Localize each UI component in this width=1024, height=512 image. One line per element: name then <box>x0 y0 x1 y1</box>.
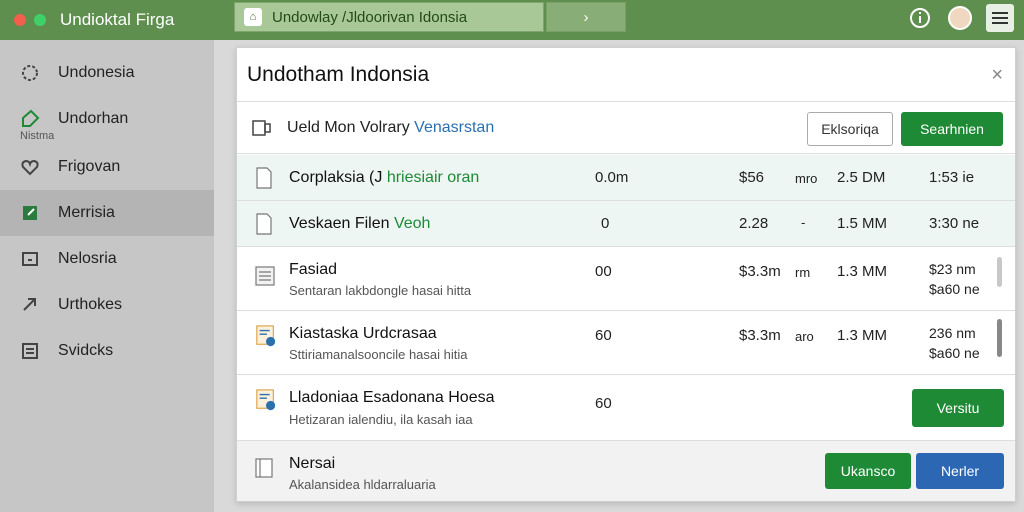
document-icon <box>256 213 272 235</box>
titlebar-actions <box>906 4 1014 32</box>
row-name: Corplaksia (J hriesiair oran <box>289 169 480 186</box>
forward-button[interactable]: › <box>546 2 626 32</box>
row-col1: 60 <box>595 327 612 344</box>
row-name: Veskaen Filen Veoh <box>289 215 431 232</box>
close-icon[interactable]: × <box>991 64 1003 87</box>
row-col1: 0 <box>601 215 610 232</box>
table-row[interactable]: Veskaen Filen Veoh 0 2.28 - 1.5 MM 3:30 … <box>237 201 1015 247</box>
sidebar-item-label: Nelosria <box>58 250 117 267</box>
sidebar-item-label: Merrisia <box>58 204 115 221</box>
toolbar-label-link[interactable]: Venasrstan <box>414 119 494 137</box>
document-icon <box>256 167 272 189</box>
row-col5-sub: $a60 ne <box>929 345 980 361</box>
close-window-button[interactable] <box>14 14 26 26</box>
table-row[interactable]: Lladoniaa Esadonana Hoesa Hetizaran iale… <box>237 375 1015 441</box>
row-col4: 1.3 MM <box>837 327 888 344</box>
row-col5: 236 nm <box>929 325 976 341</box>
row-action-button[interactable]: Versitu <box>912 389 1004 427</box>
table-row[interactable]: Nersai Akalansidea hldarraluaria Ukansco… <box>237 441 1015 501</box>
sidebar-item-nelosria[interactable]: Nelosria <box>0 236 214 282</box>
dialog-toolbar: Ueld Mon Volrary Venasrstan Eklsoriqa Se… <box>237 102 1015 154</box>
green-primary-button[interactable]: Searhnien <box>901 112 1003 146</box>
sidebar-item-urthokes[interactable]: Urthokes <box>0 282 214 328</box>
sidebar-item-label: Frigovan <box>58 158 121 175</box>
window-controls <box>14 14 46 26</box>
dialog: Undotham Indonsia × Ueld Mon Volrary Ven… <box>236 47 1016 502</box>
outline-button[interactable]: Eklsoriqa <box>807 112 893 146</box>
row-col1: 00 <box>595 263 612 280</box>
row-col2: $3.3m <box>739 327 781 344</box>
avatar[interactable] <box>948 6 972 30</box>
image-document-icon <box>256 325 276 347</box>
sidebar-item-frigovan[interactable]: Frigovan <box>0 144 214 190</box>
row-col5: 3:30 ne <box>929 215 980 232</box>
menu-icon[interactable] <box>986 4 1014 32</box>
row-col3: aro <box>795 329 814 344</box>
row-subtitle: Sttiriamanalsooncile hasai hitia <box>289 347 468 362</box>
link-icon <box>20 295 40 315</box>
row-blue-button[interactable]: Nerler <box>916 453 1004 489</box>
address-bar[interactable]: ⌂ Undowlay /Jldoorivan Idonsia <box>234 2 544 32</box>
document-icon <box>255 458 273 478</box>
row-col5: 1:53 ie <box>929 169 975 186</box>
info-icon[interactable] <box>906 4 934 32</box>
lock-icon: ⌂ <box>244 8 262 26</box>
sidebar-item-label: Svidcks <box>58 342 114 359</box>
gear-icon <box>20 63 40 83</box>
row-col5: $23 nm <box>929 261 976 277</box>
sidebar: Undonesia Undorhan Nistma Frigovan Merri… <box>0 40 214 512</box>
window-icon <box>20 249 40 269</box>
row-name: Lladoniaa Esadonana Hoesa <box>289 389 495 406</box>
row-col2: $3.3m <box>739 263 781 280</box>
row-col1: 0.0m <box>595 169 629 186</box>
row-col4: 1.5 MM <box>837 215 888 232</box>
row-col3: - <box>801 215 806 230</box>
heart-icon <box>20 157 40 177</box>
row-col3: rm <box>795 265 811 280</box>
row-green-button[interactable]: Ukansco <box>825 453 911 489</box>
maximize-window-button[interactable] <box>34 14 46 26</box>
image-document-icon <box>256 389 276 411</box>
row-col3: mro <box>795 171 818 186</box>
row-col2: 2.28 <box>739 215 769 232</box>
row-subtitle: Akalansidea hldarraluaria <box>289 477 436 492</box>
sidebar-item-merrisia[interactable]: Merrisia <box>0 190 214 236</box>
row-col2: $56 <box>739 169 765 186</box>
sidebar-item-label: Undorhan <box>58 110 129 127</box>
table-row[interactable]: Fasiad Sentaran lakbdongle hasai hitta 0… <box>237 247 1015 311</box>
list-icon <box>20 341 40 361</box>
row-col5-sub: $a60 ne <box>929 281 980 297</box>
row-col4: 1.3 MM <box>837 263 888 280</box>
row-col4: 2.5 DM <box>837 169 886 186</box>
table-row[interactable]: Corplaksia (J hriesiair oran 0.0m $56 mr… <box>237 155 1015 201</box>
scrollbar-thumb[interactable] <box>997 319 1002 357</box>
tag-icon <box>20 109 40 129</box>
sidebar-item-label: Urthokes <box>58 296 123 313</box>
row-name: Fasiad <box>289 261 338 278</box>
row-name: Nersai <box>289 455 336 472</box>
table-row[interactable]: Kiastaska Urdcrasaa Sttiriamanalsooncile… <box>237 311 1015 375</box>
edit-icon <box>20 203 40 223</box>
address-text: Undowlay /Jldoorivan Idonsia <box>272 8 468 26</box>
sidebar-item-undonesia[interactable]: Undonesia <box>0 50 214 96</box>
row-subtitle: Sentaran lakbdongle hasai hitta <box>289 283 472 298</box>
file-icon <box>251 118 273 138</box>
row-name: Kiastaska Urdcrasaa <box>289 325 437 342</box>
app-title: Undioktal Firga <box>60 10 175 29</box>
toolbar-label: Ueld Mon Volrary <box>287 118 410 136</box>
row-subtitle: Hetizaran ialendiu, ila kasah iaa <box>289 412 473 427</box>
sidebar-item-label: Undonesia <box>58 64 135 81</box>
sidebar-item-sublabel: Nistma <box>20 130 55 142</box>
scrollbar-track[interactable] <box>997 257 1002 287</box>
spreadsheet-icon <box>255 266 275 286</box>
sidebar-item-svidcks[interactable]: Svidcks <box>0 328 214 374</box>
dialog-title: Undotham Indonsia <box>237 48 1015 102</box>
row-col1: 60 <box>595 395 612 412</box>
